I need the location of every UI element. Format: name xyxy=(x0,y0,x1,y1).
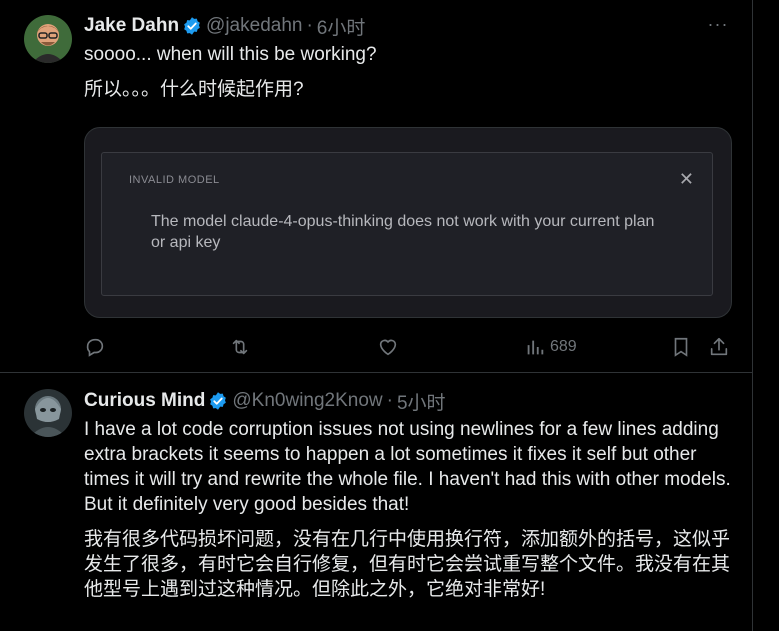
tweet[interactable]: Curious Mind @Kn0wing2Know · 5小时 I have … xyxy=(0,373,752,631)
bookmark-button[interactable] xyxy=(670,335,692,359)
display-name[interactable]: Curious Mind xyxy=(84,390,205,412)
tweet-text-en: I have a lot code corruption issues not … xyxy=(84,419,731,515)
tweet-media-screenshot[interactable]: INVALID MODEL ✕ The model claude-4-opus-… xyxy=(84,127,732,318)
tweet-header: Curious Mind @Kn0wing2Know · 5小时 xyxy=(84,388,446,415)
bookmark-icon xyxy=(674,337,688,357)
dialog-message: The model claude-4-opus-thinking does no… xyxy=(151,213,655,251)
views-count: 689 xyxy=(550,338,577,355)
timeline-column: Jake Dahn @jakedahn · 6小时 ··· soooo... w… xyxy=(0,0,753,631)
tweet-actions: 689 xyxy=(84,335,734,359)
tweet[interactable]: Jake Dahn @jakedahn · 6小时 ··· soooo... w… xyxy=(0,0,752,372)
views-button[interactable]: 689 xyxy=(524,335,577,359)
separator-dot: · xyxy=(306,15,313,36)
error-dialog: INVALID MODEL ✕ The model claude-4-opus-… xyxy=(101,152,713,296)
retweet-button[interactable] xyxy=(229,335,251,359)
tweet-text-zh: 所以。。。什么时候起作用? xyxy=(84,79,304,100)
views-icon xyxy=(527,340,544,355)
tweet-text-zh: 我有很多代码损坏问题，没有在几行中使用换行符，添加额外的括号，这似乎发生了很多，… xyxy=(84,529,731,600)
close-icon: ✕ xyxy=(678,169,694,189)
dialog-title: INVALID MODEL xyxy=(129,174,220,186)
avatar[interactable] xyxy=(24,15,72,63)
tweet-text-en: soooo... when will this be working? xyxy=(84,44,377,65)
retweet-icon xyxy=(232,339,248,355)
handle[interactable]: @Kn0wing2Know xyxy=(232,390,382,412)
timestamp[interactable]: 5小时 xyxy=(397,388,446,415)
like-icon xyxy=(379,339,397,356)
tweet-header: Jake Dahn @jakedahn · 6小时 xyxy=(84,13,366,40)
verified-badge-icon xyxy=(208,391,228,411)
avatar[interactable] xyxy=(24,389,72,437)
display-name[interactable]: Jake Dahn xyxy=(84,15,179,37)
timestamp[interactable]: 6小时 xyxy=(317,13,366,40)
like-button[interactable] xyxy=(377,335,399,359)
share-button[interactable] xyxy=(708,335,730,359)
handle[interactable]: @jakedahn xyxy=(206,15,302,37)
reply-icon xyxy=(86,338,104,357)
separator-dot: · xyxy=(386,390,393,411)
reply-button[interactable] xyxy=(84,335,106,359)
share-icon xyxy=(710,337,728,356)
verified-badge-icon xyxy=(182,16,202,36)
more-icon[interactable]: ··· xyxy=(704,14,732,34)
